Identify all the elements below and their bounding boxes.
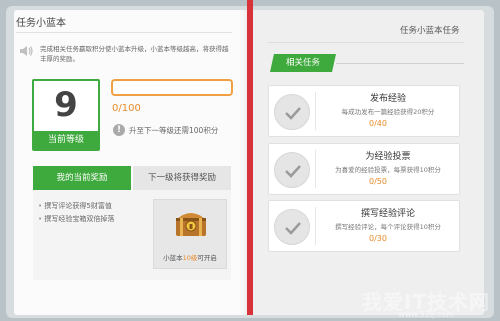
level-label: 当前等级: [34, 131, 98, 149]
reward-tabs: 我的当前奖励 下一级将获得奖励: [33, 166, 231, 190]
level-badge: 9 当前等级: [32, 79, 100, 151]
spine-top: [247, 0, 253, 10]
list-item: 撰写评论获得5财富值: [38, 200, 114, 213]
tab-current-rewards[interactable]: 我的当前奖励: [33, 166, 131, 190]
chest-caption: 小蓝本10级可开启: [163, 254, 217, 262]
task-desc: 为喜爱的经验投票，每票获得10积分: [335, 166, 441, 174]
task-title: 为经验投票: [365, 152, 411, 162]
task-card-vote[interactable]: 为经验投票 为喜爱的经验投票，每票获得10积分 0/50: [268, 143, 460, 195]
task-progress: 0/50: [369, 177, 387, 186]
check-circle-icon: [274, 152, 310, 188]
check-circle-icon: [274, 209, 310, 245]
tab-next-level-rewards[interactable]: 下一级将获得奖励: [133, 166, 231, 190]
speaker-icon: [20, 46, 33, 56]
list-item: 撰写经验宝箱双倍掉落: [38, 213, 114, 226]
level-number: 9: [54, 85, 78, 125]
task-title: 撰写经验评论: [360, 209, 415, 219]
task-card-publish[interactable]: 发布经验 每成功发布一篇经验获得20积分 0/40: [268, 85, 460, 137]
info-icon: !: [113, 124, 125, 136]
treasure-chest-icon: [176, 213, 206, 236]
left-page-title: 任务小蓝本: [16, 18, 66, 29]
reward-list: 撰写评论获得5财富值 撰写经验宝箱双倍掉落: [38, 200, 114, 226]
upgrade-hint: 升至下一等级还需100积分: [129, 126, 219, 135]
related-tasks-ribbon: 相关任务: [270, 54, 336, 72]
left-title-divider: [16, 32, 232, 33]
task-card-comment[interactable]: 撰写经验评论 撰写经验评论，每个评论获得10积分 0/30: [268, 200, 460, 252]
ribbon-divider: [336, 63, 464, 64]
level-progress-text: 0/100: [112, 103, 141, 114]
level-progress-bar: [111, 79, 233, 96]
right-page-title: 任务小蓝本任务: [400, 26, 460, 36]
right-title-divider: [268, 42, 464, 43]
watermark-url: www.52ij.com: [398, 310, 454, 319]
task-progress: 0/40: [369, 119, 387, 128]
task-desc: 撰写经验评论，每个评论获得10积分: [335, 223, 441, 231]
task-desc: 每成功发布一篇经验获得20积分: [341, 108, 435, 116]
task-title: 发布经验: [369, 94, 406, 104]
notice-text: 完成相关任务赢取积分使小蓝本升级，小蓝本等级越高，将获得越丰厚的奖励。: [40, 45, 229, 63]
check-circle-icon: [274, 94, 310, 130]
task-progress: 0/30: [369, 234, 387, 243]
treasure-chest-card[interactable]: 小蓝本10级可开启: [153, 199, 227, 269]
